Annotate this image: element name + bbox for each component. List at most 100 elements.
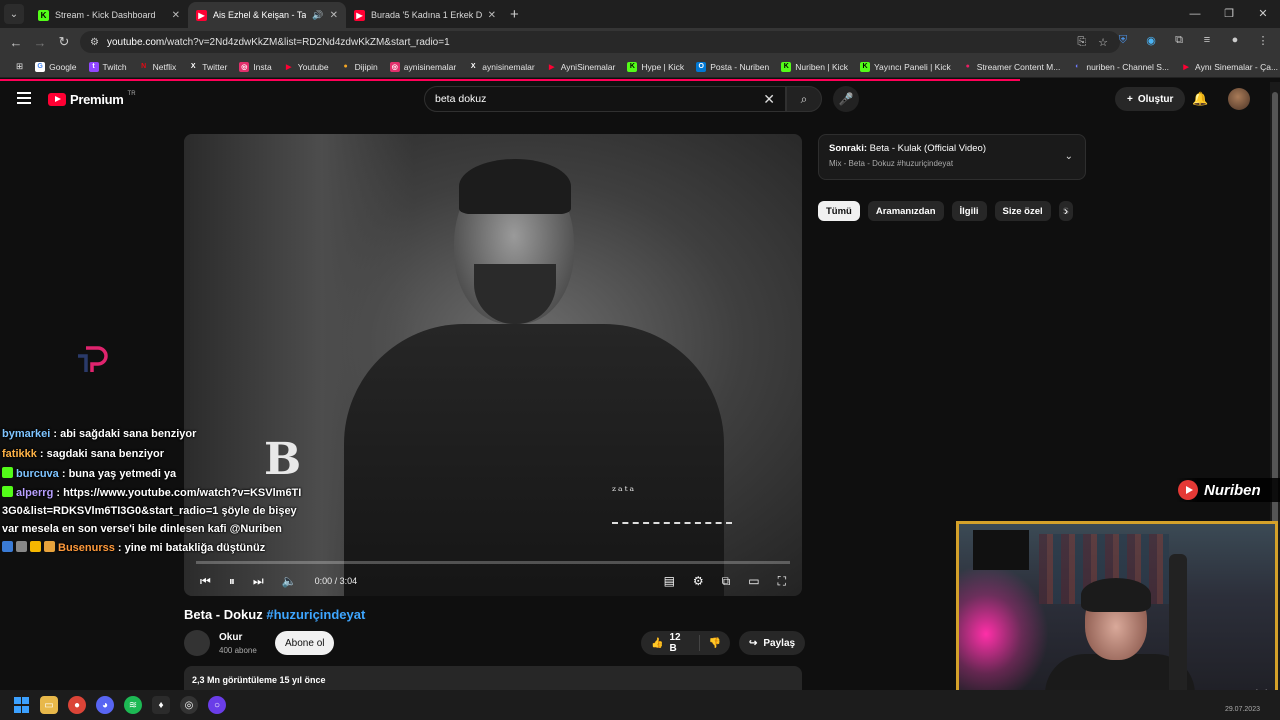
bookmark-star-icon[interactable]: ☆ [1098,36,1108,49]
shield-icon[interactable]: ⛨ [1116,34,1130,47]
webcam-neon-light [959,564,1049,704]
bookmark-yayinci-paneli[interactable]: K Yayıncı Paneli | Kick [854,61,957,72]
bookmark-aynisinemalar-insta[interactable]: ◎ aynisinemalar [384,61,462,72]
minimize-icon[interactable]: — [1178,0,1212,28]
notifications-bell-icon[interactable]: 🔔 [1192,91,1208,107]
bookmark-posta[interactable]: O Posta - Nuriben [690,61,775,72]
voice-search-button[interactable]: 🎤 [833,86,859,112]
tab-kick-dashboard[interactable]: K Stream - Kick Dashboard ✕ [30,2,188,28]
puzzle-icon[interactable]: ⧉ [1172,34,1186,47]
miniplayer-icon[interactable]: ⧉ [722,574,731,589]
bookmark-netflix[interactable]: N Netflix [133,62,183,72]
dislike-button[interactable]: 👎 [700,638,730,649]
video-figure-hair [459,159,571,214]
youtube-icon: ▶ [196,9,207,21]
bookmark-streamer-content[interactable]: ● Streamer Content M... [957,62,1067,72]
tab-youtube-2[interactable]: ▶ Burada '5 Kadına 1 Erkek Düşüyo ✕ [346,2,504,28]
taskbar-date: 29.07.2023 [1224,706,1260,713]
menu-icon[interactable]: ⋮ [1256,34,1270,47]
chevron-right-icon[interactable]: › [1064,204,1068,218]
theater-mode-icon[interactable]: ▭ [748,574,759,588]
youtube-icon: ▶ [548,63,555,71]
chip-all[interactable]: Tümü [818,201,860,221]
app-icon[interactable]: ♦ [152,696,170,714]
search-button[interactable]: ⌕ [786,86,822,112]
extension-icon[interactable]: ◉ [1144,34,1158,47]
kick-icon: K [860,61,871,72]
bookmark-insta[interactable]: ◎ Insta [233,61,277,72]
chevron-down-icon[interactable]: ⌄ [1065,151,1073,162]
url-input[interactable]: ⚙ youtube.com/watch?v=2Nd4zdwKkZM&list=R… [80,31,1120,53]
search-input[interactable]: beta dokuz ✕ [424,86,786,112]
spotify-icon[interactable]: ≋ [124,696,142,714]
bookmark-twitch[interactable]: t Twitch [83,61,133,72]
reload-icon[interactable]: ↻ [52,34,76,50]
fullscreen-icon[interactable]: ⛶ [778,574,786,589]
up-next-card[interactable]: Sonraki: Beta - Kulak (Official Video) M… [818,134,1086,180]
forward-icon[interactable]: → [28,35,52,50]
hamburger-menu-icon[interactable] [17,92,31,104]
subscribe-button[interactable]: Abone ol [275,631,335,655]
windows-start-icon[interactable] [12,696,30,714]
chip-from-search[interactable]: Aramanızdan [867,201,944,221]
bookmark-hype-kick[interactable]: K Hype | Kick [621,61,690,72]
channel-name[interactable]: Okur [219,632,242,643]
tab-search-button[interactable]: ⌄ [4,4,24,24]
subtitles-icon[interactable]: ▤ [664,574,675,588]
bookmark-aynisinemalar-yt[interactable]: ▶ AyniSinemalar [541,62,622,72]
logo-text: Premium [70,92,124,107]
kick-badge-icon [2,486,13,497]
youtube-logo[interactable]: Premium TR [48,90,136,107]
tab-youtube-active[interactable]: ▶ Ais Ezhel & Keişan - Taşşak 🔊 ✕ [188,2,346,28]
volume-icon[interactable]: 🔈 [282,574,297,588]
bookmark-youtube[interactable]: ▶ Youtube [278,62,335,72]
filter-chips: Tümü Aramanızdan İlgili Size özel S [818,201,1073,221]
bookmark-google[interactable]: G Google [29,61,82,72]
previous-icon[interactable]: ⏮ [200,574,211,589]
install-icon[interactable]: ⎘ [1077,36,1086,49]
media-icon[interactable]: ≡ [1200,34,1214,47]
chip-for-you[interactable]: Size özel [994,201,1051,221]
chrome-icon[interactable]: ● [68,696,86,714]
bookmark-ayni-sinemalar[interactable]: ▶ Aynı Sinemalar - Ça... [1175,62,1280,72]
app-circle-icon[interactable]: ○ [208,696,226,714]
site-info-icon[interactable]: ⚙ [90,37,99,48]
channel-tag-name: Nuriben [1204,481,1261,499]
description-box[interactable]: 2,3 Mn görüntüleme 15 yıl önce [184,666,802,690]
restore-icon[interactable]: ❐ [1212,0,1246,28]
instagram-icon: ◎ [239,61,250,72]
bookmark-nuriben-channel[interactable]: ◐ nuriben - Channel S... [1066,62,1175,72]
bookmark-dijipin[interactable]: ● Dijipin [335,62,384,72]
profile-icon[interactable]: ● [1228,34,1242,47]
channel-avatar[interactable] [184,630,210,656]
coin-badge-icon [30,541,41,552]
share-button[interactable]: ↪ Paylaş [739,631,806,655]
account-avatar[interactable] [1228,88,1250,110]
settings-gear-icon[interactable]: ⚙ [693,574,704,588]
bookmark-aynisinemalar-x[interactable]: Xaynisinemalar [462,62,540,72]
search-query: beta dokuz [435,93,487,105]
like-button[interactable]: 👍 12 B [641,632,700,654]
apps-icon[interactable]: ⊞ [10,61,29,72]
next-icon[interactable]: ⏭ [253,574,264,589]
new-tab-button[interactable]: + [510,6,519,23]
create-button[interactable]: + Oluştur [1115,87,1186,111]
speaker-icon[interactable]: 🔊 [312,10,323,21]
chip-related[interactable]: İlgili [951,201,987,221]
bookmark-nuriben-kick[interactable]: K Nuriben | Kick [775,61,854,72]
close-tab-icon[interactable]: ✕ [330,10,338,21]
video-progress-bar[interactable] [196,561,790,564]
hashtag-link[interactable]: #huzuriçindeyat [266,607,365,622]
back-icon[interactable]: ← [4,35,28,50]
country-code: TR [127,90,136,97]
close-window-icon[interactable]: ✕ [1246,0,1280,28]
page-load-bar [0,79,1020,81]
obs-icon[interactable]: ◎ [180,696,198,714]
clear-search-icon[interactable]: ✕ [763,91,775,108]
close-tab-icon[interactable]: ✕ [172,10,180,21]
close-tab-icon[interactable]: ✕ [488,10,496,21]
discord-icon[interactable]: ◕ [96,696,114,714]
bookmark-twitter[interactable]: X Twitter [182,62,233,72]
pause-icon[interactable]: ⏸ [229,574,235,589]
file-explorer-icon[interactable]: ▭ [40,696,58,714]
